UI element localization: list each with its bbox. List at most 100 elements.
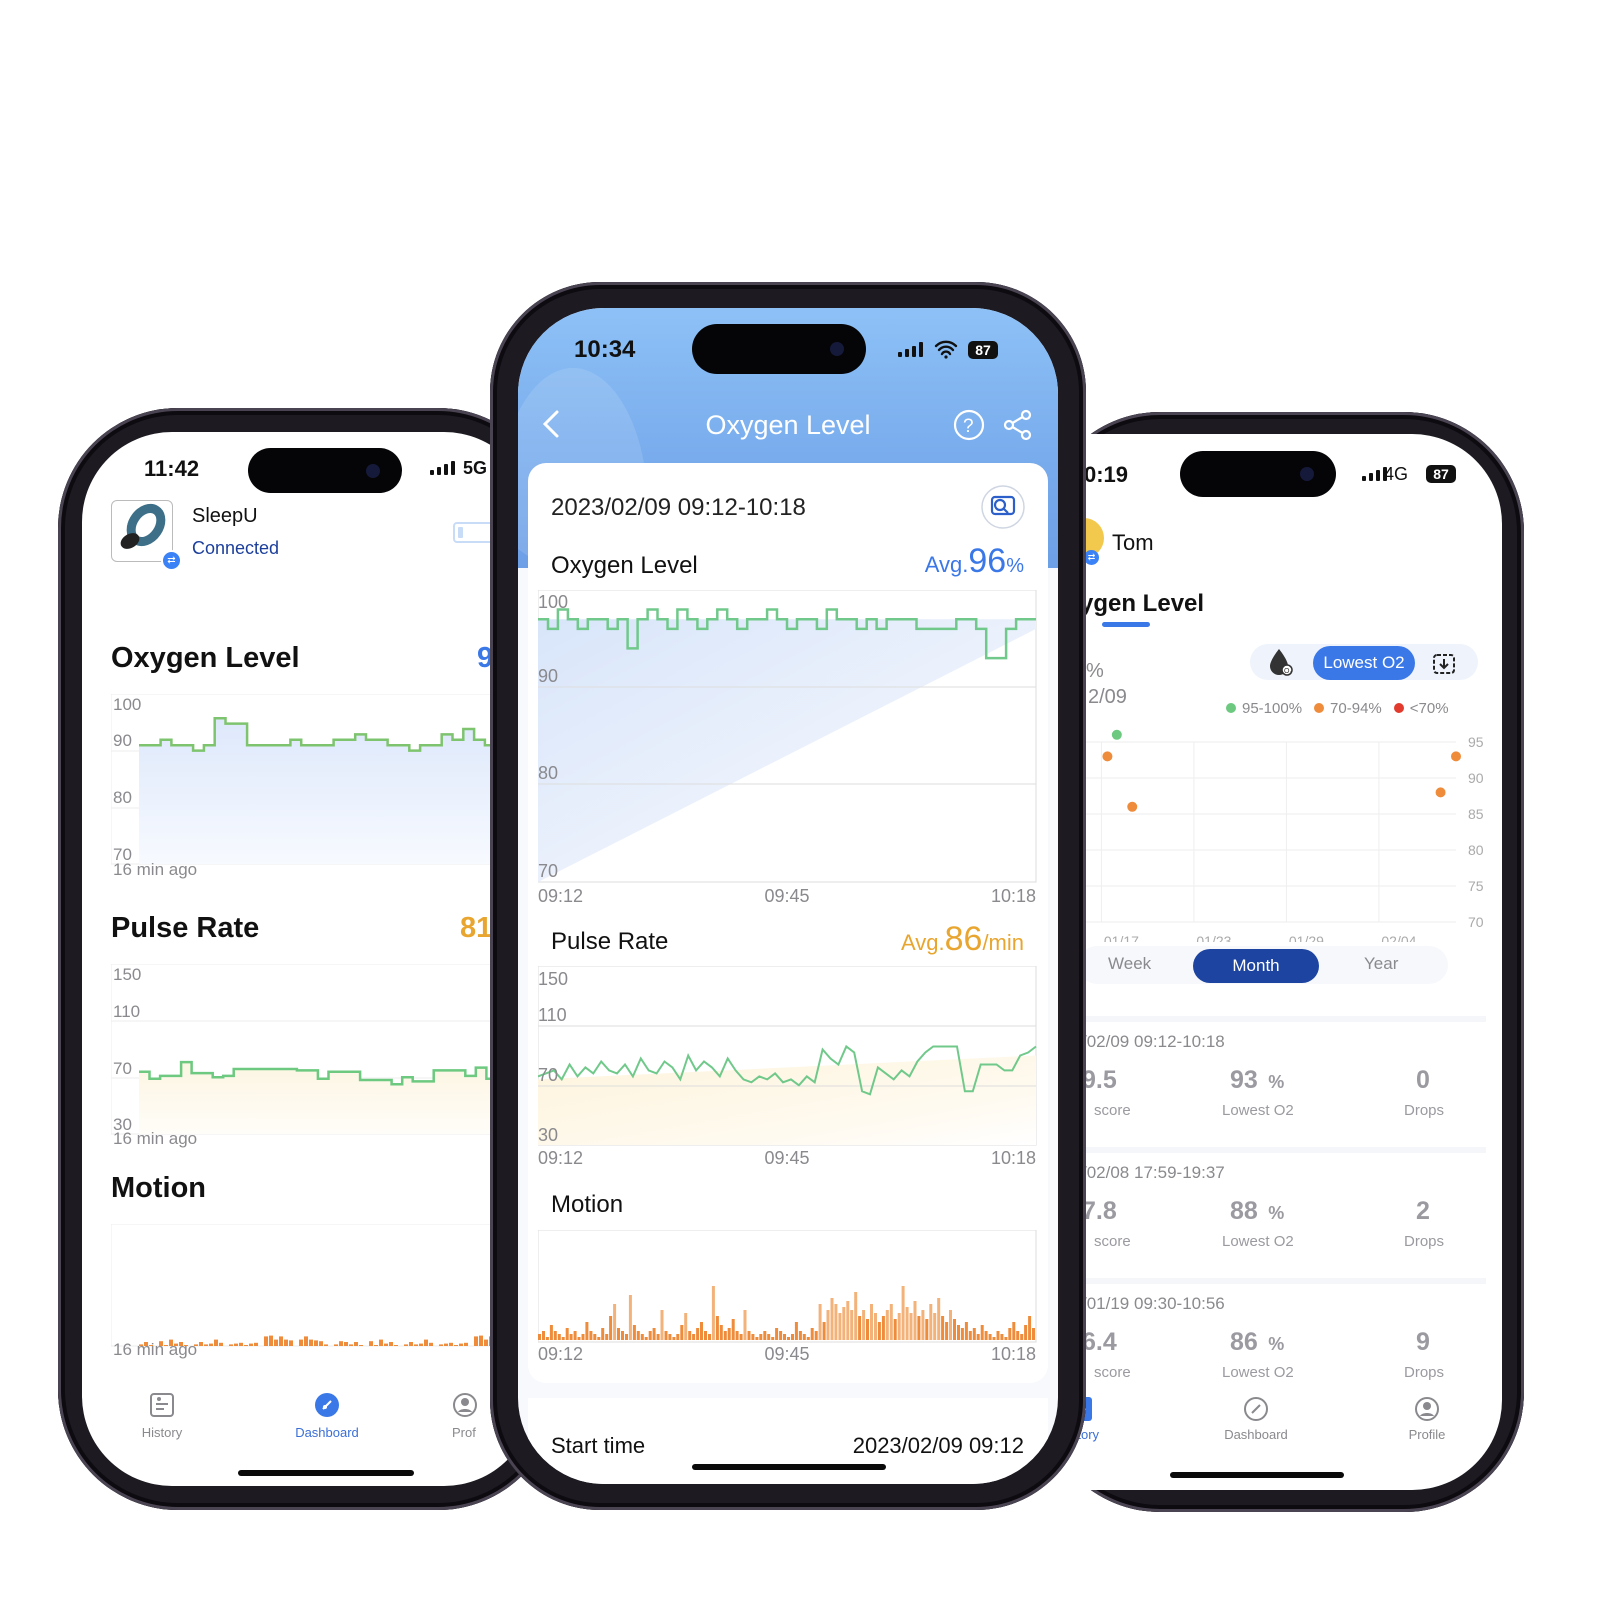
motion-bar bbox=[672, 1337, 676, 1340]
o2-drop-icon[interactable]: O₂ bbox=[1266, 646, 1296, 678]
motion-bar bbox=[830, 1298, 834, 1340]
device-name: SleepU bbox=[192, 505, 258, 527]
data-point[interactable] bbox=[1435, 787, 1446, 798]
x-tick: 01/29 bbox=[1289, 933, 1324, 942]
motion-bar bbox=[424, 1339, 428, 1346]
motion-bar bbox=[664, 1331, 668, 1340]
motion-bar bbox=[763, 1331, 767, 1340]
home-indicator[interactable] bbox=[238, 1470, 414, 1476]
left-oxygen-chart[interactable]: 100 90 80 70 bbox=[111, 694, 534, 884]
home-indicator[interactable] bbox=[1170, 1472, 1344, 1478]
motion-bar bbox=[743, 1310, 747, 1340]
left-motion-chart[interactable] bbox=[111, 1224, 534, 1349]
y-tick: 150 bbox=[538, 969, 568, 989]
motion-bar bbox=[909, 1313, 913, 1340]
motion-bar bbox=[429, 1342, 433, 1346]
x-tick: 10:18 bbox=[991, 1344, 1036, 1364]
record-drops: 0 bbox=[1416, 1066, 1430, 1094]
dynamic-island bbox=[248, 448, 402, 493]
help-button[interactable]: ? bbox=[952, 408, 986, 442]
export-icon[interactable] bbox=[1432, 653, 1456, 675]
motion-bar bbox=[968, 1331, 972, 1340]
x-tick: 09:45 bbox=[764, 1148, 809, 1168]
motion-bar bbox=[846, 1301, 850, 1340]
profile-icon bbox=[1415, 1397, 1439, 1421]
motion-bar bbox=[369, 1341, 373, 1346]
lowest-o2-chip[interactable]: Lowest O2 bbox=[1313, 646, 1415, 680]
report-search-button[interactable] bbox=[980, 484, 1026, 530]
motion-bar bbox=[1012, 1322, 1016, 1340]
y-tick: 100 bbox=[538, 592, 568, 612]
motion-bar bbox=[1028, 1316, 1032, 1340]
motion-bar bbox=[901, 1286, 905, 1340]
motion-bar bbox=[569, 1334, 573, 1340]
motion-bar bbox=[676, 1334, 680, 1340]
motion-bar bbox=[557, 1334, 561, 1340]
dashboard-icon bbox=[1244, 1397, 1268, 1421]
tab-dashboard[interactable]: Dashboard bbox=[282, 1392, 372, 1440]
y-tick: 100 bbox=[113, 695, 141, 714]
user-name: Tom bbox=[1112, 530, 1154, 555]
record-drops: 2 bbox=[1416, 1197, 1430, 1225]
period-tab-week[interactable]: Week bbox=[1108, 954, 1151, 974]
tab-profile[interactable]: Profile bbox=[1392, 1396, 1462, 1442]
y-tick: 90 bbox=[538, 666, 558, 686]
data-point[interactable] bbox=[1102, 751, 1113, 762]
oxygen-average: Avg.96% bbox=[925, 542, 1024, 581]
motion-bar bbox=[439, 1344, 443, 1346]
status-time: 10:34 bbox=[574, 336, 636, 363]
record-lowest-label: Lowest O2 bbox=[1222, 1364, 1294, 1381]
motion-bar bbox=[404, 1344, 408, 1346]
motion-bar bbox=[601, 1328, 605, 1340]
record-card[interactable]: /02/09 09:12-10:18 9.5 score 93 % Lowest… bbox=[1058, 1016, 1486, 1144]
legend-item: <70% bbox=[1393, 700, 1449, 717]
share-button[interactable] bbox=[1002, 408, 1034, 442]
motion-bar bbox=[229, 1344, 233, 1346]
motion-bar bbox=[394, 1345, 398, 1346]
motion-bar bbox=[810, 1328, 814, 1340]
device-status: Connected bbox=[192, 538, 280, 558]
network-type: 5G bbox=[463, 458, 488, 478]
motion-bar bbox=[897, 1313, 901, 1340]
record-lowest-label: Lowest O2 bbox=[1222, 1233, 1294, 1250]
motion-bar bbox=[696, 1328, 700, 1340]
data-point[interactable] bbox=[1127, 801, 1138, 812]
motion-bar bbox=[254, 1342, 258, 1346]
y-tick: 90 bbox=[1468, 770, 1484, 786]
center-oxygen-chart[interactable]: 100 90 80 70 09:12 09:45 10:18 bbox=[538, 590, 1038, 910]
y-tick: 150 bbox=[113, 965, 141, 984]
motion-bar bbox=[866, 1319, 869, 1340]
left-pulse-chart[interactable]: 150 110 70 30 bbox=[111, 964, 534, 1144]
center-pulse-chart[interactable]: 150 110 70 30 09:12 09:45 10:18 bbox=[538, 966, 1038, 1176]
motion-bar bbox=[573, 1331, 577, 1340]
home-indicator[interactable] bbox=[692, 1464, 886, 1470]
period-tab-month[interactable]: Month bbox=[1193, 949, 1319, 983]
avg-unit: /min bbox=[982, 930, 1024, 955]
motion-bar bbox=[625, 1334, 628, 1340]
lowest-o2-scatter-chart[interactable]: 95 90 85 80 75 70 01/17 01/23 01/29 02/04 bbox=[1058, 722, 1502, 942]
right-phone-screen: 0:19 4G 87 ⇄ Tom ygen Level % 2/09 O₂ Lo… bbox=[1058, 434, 1502, 1490]
data-point[interactable] bbox=[1111, 729, 1122, 740]
period-tab-year[interactable]: Year bbox=[1364, 954, 1398, 974]
pulse-average: Avg.86/min bbox=[901, 920, 1024, 959]
tab-dashboard[interactable]: Dashboard bbox=[1208, 1396, 1304, 1442]
record-card[interactable]: /01/19 09:30-10:56 6.4 score 86 % Lowest… bbox=[1058, 1278, 1486, 1406]
oxygen-updated: 16 min ago bbox=[113, 860, 198, 879]
center-motion-chart[interactable]: 09:12 09:45 10:18 bbox=[538, 1230, 1038, 1370]
device-image[interactable]: ⇄ bbox=[111, 500, 182, 571]
y-tick: 70 bbox=[538, 861, 558, 881]
motion-bar bbox=[542, 1331, 545, 1340]
motion-bar bbox=[632, 1325, 636, 1340]
tab-label: History bbox=[141, 1425, 183, 1440]
motion-bar bbox=[680, 1325, 684, 1340]
motion-bar bbox=[806, 1337, 810, 1340]
motion-bar bbox=[349, 1344, 353, 1346]
motion-bar bbox=[779, 1331, 783, 1340]
tab-history[interactable]: History bbox=[122, 1392, 202, 1440]
tab-label: Profile bbox=[1408, 1427, 1446, 1442]
motion-bar bbox=[771, 1337, 775, 1340]
motion-bar bbox=[798, 1331, 802, 1340]
data-point[interactable] bbox=[1451, 751, 1461, 762]
motion-bar bbox=[324, 1344, 328, 1346]
record-card[interactable]: /02/08 17:59-19:37 7.8 score 88 % Lowest… bbox=[1058, 1147, 1486, 1275]
